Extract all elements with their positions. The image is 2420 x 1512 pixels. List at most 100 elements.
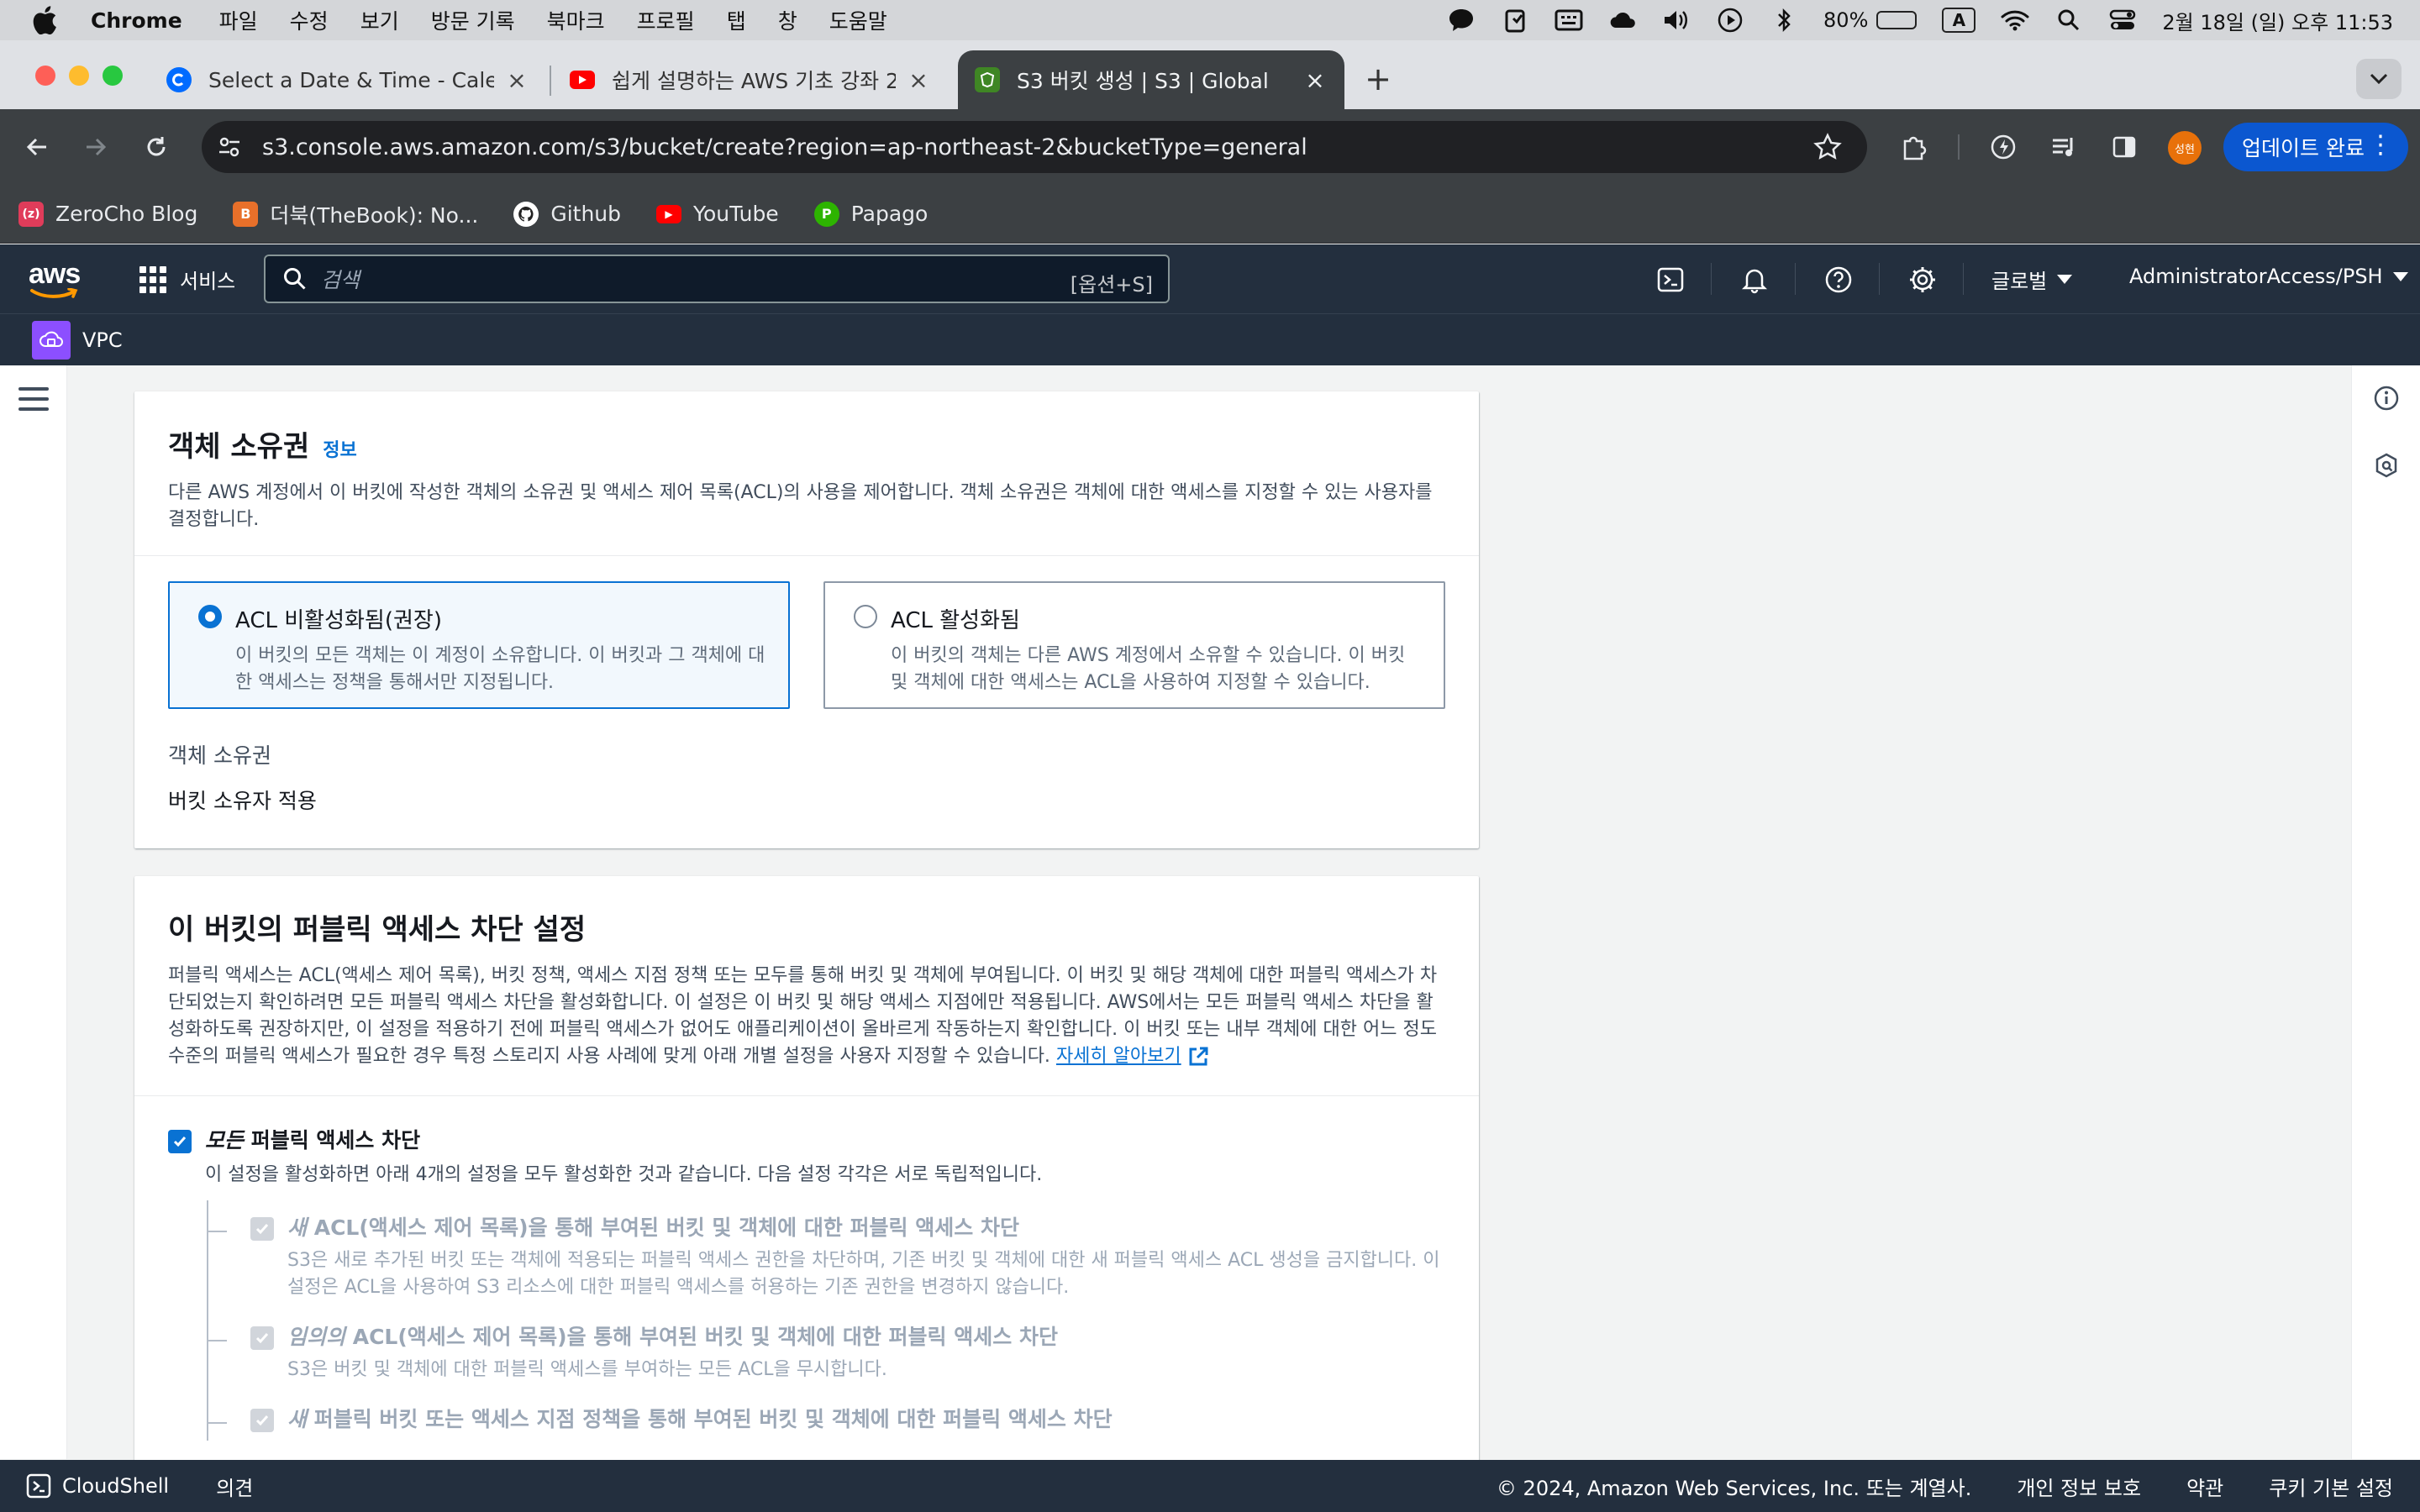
favorite-service-vpc[interactable]: VPC bbox=[82, 328, 123, 352]
hamburger-menu-icon[interactable] bbox=[18, 387, 49, 417]
forward-button[interactable] bbox=[77, 129, 114, 165]
menu-view[interactable]: 보기 bbox=[360, 5, 399, 35]
container-header: 이 버킷의 퍼블릭 액세스 차단 설정 퍼블릭 액세스는 ACL(액세스 제어 … bbox=[134, 876, 1479, 1096]
battery-indicator[interactable]: 80% bbox=[1823, 8, 1918, 32]
services-grid-icon bbox=[139, 265, 166, 293]
acl-options-tiles: ACL 비활성화됨(권장) 이 버킷의 모든 객체는 이 계정이 소유합니다. … bbox=[168, 581, 1445, 709]
update-button[interactable]: 업데이트 완료 ⋮ bbox=[2223, 123, 2408, 171]
url-text[interactable]: s3.console.aws.amazon.com/s3/bucket/crea… bbox=[262, 134, 1307, 160]
tile-description: 이 버킷의 객체는 다른 AWS 계정에서 소유할 수 있습니다. 이 버킷 및… bbox=[891, 645, 1406, 693]
left-navigation-rail bbox=[0, 365, 67, 1459]
info-link[interactable]: 정보 bbox=[323, 435, 356, 462]
header-separator bbox=[1963, 263, 1964, 295]
feedback-link[interactable]: 의견 bbox=[216, 1472, 253, 1501]
site-info-icon[interactable] bbox=[217, 134, 250, 160]
block-new-policies-checkbox bbox=[250, 1409, 274, 1432]
profile-avatar[interactable]: 성현 bbox=[2168, 131, 2202, 165]
amazon-q-icon[interactable] bbox=[2370, 449, 2402, 481]
minimize-window-button[interactable] bbox=[69, 66, 89, 86]
cloud-icon[interactable] bbox=[1608, 6, 1637, 34]
services-menu-button[interactable]: 서비스 bbox=[139, 265, 235, 294]
back-button[interactable] bbox=[18, 129, 55, 165]
acl-enabled-tile[interactable]: ACL 활성화됨 이 버킷의 객체는 다른 AWS 계정에서 소유할 수 있습니… bbox=[823, 581, 1445, 709]
tab-youtube[interactable]: 쉽게 설명하는 AWS 기초 강좌 2024 × bbox=[553, 50, 948, 109]
menu-window[interactable]: 창 bbox=[778, 5, 797, 35]
media-controls-icon[interactable] bbox=[2047, 130, 2081, 164]
bookmark-github[interactable]: Github bbox=[513, 201, 621, 227]
close-tab-icon[interactable]: × bbox=[1302, 66, 1328, 94]
side-panel-icon[interactable] bbox=[2107, 130, 2141, 164]
close-tab-icon[interactable]: × bbox=[504, 66, 529, 94]
reload-button[interactable] bbox=[138, 129, 175, 165]
container-body: 모든 퍼블릭 액세스 차단 이 설정을 활성화하면 아래 4개의 설정을 모두 … bbox=[134, 1096, 1479, 1474]
tab-calendly[interactable]: Select a Date & Time - Calendly × bbox=[150, 50, 546, 109]
block-all-description: 이 설정을 활성화하면 아래 4개의 설정을 모두 활성화한 것과 같습니다. … bbox=[205, 1164, 1043, 1185]
keyboard-icon[interactable] bbox=[1555, 6, 1583, 34]
notifications-icon[interactable] bbox=[1738, 263, 1771, 297]
cookie-preferences-link[interactable]: 쿠키 기본 설정 bbox=[2269, 1472, 2393, 1501]
aws-logo-text: aws bbox=[29, 258, 81, 290]
menu-edit[interactable]: 수정 bbox=[290, 5, 329, 35]
aws-logo[interactable]: aws bbox=[29, 260, 84, 300]
menu-tab[interactable]: 탭 bbox=[727, 5, 746, 35]
bookmark-papago[interactable]: P Papago bbox=[813, 201, 928, 227]
menu-app-name[interactable]: Chrome bbox=[91, 8, 182, 33]
update-label: 업데이트 완료 bbox=[2242, 136, 2365, 160]
sub-option-description: S3은 새로 추가된 버킷 또는 객체에 적용되는 퍼블릭 액세스 권한을 차단… bbox=[287, 1250, 1440, 1298]
apple-icon[interactable] bbox=[32, 6, 66, 34]
address-bar[interactable]: s3.console.aws.amazon.com/s3/bucket/crea… bbox=[202, 121, 1867, 173]
label-rest: ACL(액세스 제어 목록)을 통해 부여된 버킷 및 객체에 대한 퍼블릭 액… bbox=[345, 1325, 1058, 1349]
close-tab-icon[interactable]: × bbox=[906, 66, 931, 94]
performance-icon[interactable] bbox=[1986, 130, 2020, 164]
menu-bar-clock[interactable]: 2월 18일 (일) 오후 11:53 bbox=[2162, 6, 2393, 35]
menu-file[interactable]: 파일 bbox=[219, 5, 258, 35]
menu-profiles[interactable]: 프로필 bbox=[637, 5, 695, 35]
info-panel-icon[interactable] bbox=[2370, 382, 2402, 414]
bookmark-zerocho[interactable]: (z) ZeroCho Blog bbox=[18, 201, 197, 227]
acl-disabled-tile[interactable]: ACL 비활성화됨(권장) 이 버킷의 모든 객체는 이 계정이 소유합니다. … bbox=[168, 581, 790, 709]
region-selector[interactable]: 글로벌 bbox=[1991, 265, 2073, 294]
block-all-checkbox[interactable] bbox=[168, 1130, 192, 1153]
terms-link[interactable]: 약관 bbox=[2186, 1472, 2223, 1501]
bluetooth-icon[interactable] bbox=[1770, 6, 1798, 34]
bookmark-thebook[interactable]: B 더북(TheBook): No... bbox=[233, 199, 478, 229]
acl-disabled-radio[interactable] bbox=[198, 605, 222, 628]
cloudshell-button[interactable]: CloudShell bbox=[25, 1473, 169, 1499]
sub-option-label: 임의의 ACL(액세스 제어 목록)을 통해 부여된 버킷 및 객체에 대한 퍼… bbox=[287, 1325, 1058, 1350]
account-menu[interactable]: AdministratorAccess/PSH bbox=[2129, 265, 2408, 288]
close-window-button[interactable] bbox=[35, 66, 55, 86]
ownership-key-label: 객체 소유권 bbox=[168, 743, 271, 768]
wifi-icon[interactable] bbox=[2001, 6, 2029, 34]
now-playing-icon[interactable] bbox=[1716, 6, 1744, 34]
menu-bookmarks[interactable]: 북마크 bbox=[547, 5, 605, 35]
bookmark-star-icon[interactable] bbox=[1813, 133, 1842, 161]
input-source-indicator[interactable]: A bbox=[1942, 8, 1976, 33]
clipboard-icon[interactable] bbox=[1501, 6, 1529, 34]
learn-more-link[interactable]: 자세히 알아보기 bbox=[1056, 1046, 1181, 1067]
tab-s3-create-bucket[interactable]: S3 버킷 생성 | S3 | Global × bbox=[958, 50, 1344, 109]
extensions-icon[interactable] bbox=[1897, 130, 1931, 164]
acl-enabled-radio[interactable] bbox=[854, 605, 877, 628]
control-center-icon[interactable] bbox=[2108, 6, 2137, 34]
settings-gear-icon[interactable] bbox=[1906, 263, 1939, 297]
more-menu-icon[interactable]: ⋮ bbox=[2368, 131, 2393, 160]
menu-history[interactable]: 방문 기록 bbox=[431, 5, 515, 35]
zoom-window-button[interactable] bbox=[103, 66, 123, 86]
cloudshell-label: CloudShell bbox=[62, 1474, 170, 1498]
privacy-link[interactable]: 개인 정보 보호 bbox=[2017, 1472, 2141, 1501]
cloudshell-icon[interactable] bbox=[1654, 263, 1687, 297]
block-new-acls-checkbox bbox=[250, 1217, 274, 1241]
container-body: ACL 비활성화됨(권장) 이 버킷의 모든 객체는 이 계정이 소유합니다. … bbox=[134, 556, 1479, 848]
help-icon[interactable] bbox=[1822, 263, 1855, 297]
browser-toolbar: s3.console.aws.amazon.com/s3/bucket/crea… bbox=[0, 109, 2420, 185]
aws-search-input[interactable]: 검색 [옵션+S] bbox=[264, 255, 1170, 303]
label-rest: 퍼블릭 버킷 또는 액세스 지점 정책을 통해 부여된 버킷 및 객체에 대한 … bbox=[307, 1407, 1113, 1431]
volume-icon[interactable] bbox=[1662, 6, 1691, 34]
menu-help[interactable]: 도움말 bbox=[829, 5, 887, 35]
messages-icon[interactable] bbox=[1447, 6, 1476, 34]
bookmark-youtube[interactable]: ▶ YouTube bbox=[656, 202, 779, 226]
new-tab-button[interactable]: + bbox=[1361, 60, 1395, 97]
spotlight-icon[interactable] bbox=[2054, 6, 2083, 34]
tab-search-button[interactable] bbox=[2356, 59, 2402, 99]
tree-connector bbox=[208, 1231, 227, 1232]
